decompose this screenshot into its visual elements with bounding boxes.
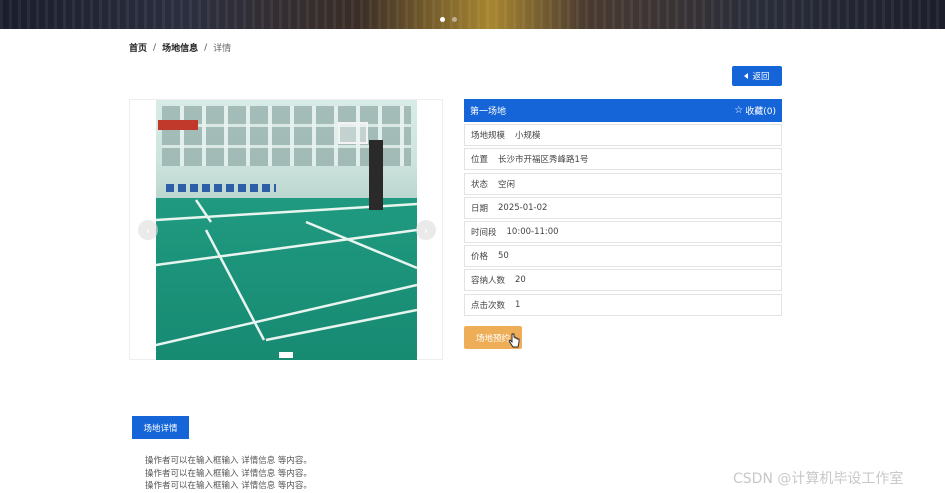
field-key: 点击次数 (471, 300, 506, 311)
field-value: 20 (515, 275, 526, 286)
venue-name: 第一场地 (470, 107, 507, 117)
image-carousel: ‹ › (129, 99, 443, 360)
hand-pointer-icon (508, 333, 520, 348)
breadcrumb-separator: / (204, 42, 208, 53)
field-value: 长沙市开福区秀峰路1号 (498, 155, 589, 166)
description-line: 操作者可以在输入框输入 详情信息 等内容。 (145, 468, 312, 479)
field-row-capacity: 容纳人数 20 (464, 269, 782, 292)
field-value: 空闲 (498, 179, 516, 190)
favorite-button[interactable]: ☆ 收藏(0) (734, 104, 776, 117)
field-key: 价格 (471, 252, 489, 263)
favorite-label: 收藏(0) (745, 107, 776, 117)
chevron-left-icon (744, 73, 749, 79)
field-row-scale: 场地规模 小规模 (464, 124, 782, 147)
banner-dot-1[interactable] (440, 17, 445, 22)
breadcrumb-separator: / (153, 42, 157, 53)
back-button[interactable]: 返回 (732, 66, 782, 86)
description-line: 操作者可以在输入框输入 详情信息 等内容。 (145, 481, 312, 491)
field-row-price: 价格 50 (464, 245, 782, 268)
watermark: CSDN @计算机毕设工作室 (733, 471, 904, 487)
field-key: 状态 (471, 179, 489, 190)
field-row-status: 状态 空闲 (464, 172, 782, 195)
field-key: 日期 (471, 203, 489, 214)
description-line: 操作者可以在输入框输入 详情信息 等内容。 (145, 456, 312, 466)
field-row-timeslot: 时间段 10:00-11:00 (464, 220, 782, 243)
field-key: 时间段 (471, 227, 497, 238)
court-lines (156, 199, 417, 347)
field-value: 1 (515, 299, 521, 310)
panel-header: 第一场地 ☆ 收藏(0) (464, 99, 782, 122)
back-button-label: 返回 (752, 72, 770, 82)
field-key: 位置 (471, 155, 489, 166)
field-value: 10:00-11:00 (506, 226, 559, 237)
breadcrumb-section[interactable]: 场地信息 (162, 41, 198, 54)
breadcrumb: 首页 / 场地信息 / 详情 (129, 41, 232, 55)
field-row-date: 日期 2025-01-02 (464, 196, 782, 219)
description: 操作者可以在输入框输入 详情信息 等内容。 操作者可以在输入框输入 详情信息 等… (145, 455, 312, 493)
field-key: 容纳人数 (471, 276, 506, 287)
hoop-post (369, 140, 383, 210)
carousel-indicator[interactable] (279, 352, 293, 358)
breadcrumb-current: 详情 (213, 44, 232, 54)
carousel-prev-button[interactable]: ‹ (138, 220, 158, 240)
field-key: 场地规模 (471, 131, 506, 142)
field-value: 50 (498, 251, 509, 262)
top-banner (0, 0, 945, 29)
field-row-location: 位置 长沙市开福区秀峰路1号 (464, 148, 782, 171)
tab-venue-details[interactable]: 场地详情 (132, 416, 189, 439)
star-outline-icon: ☆ (734, 105, 744, 116)
field-value: 小规模 (515, 131, 541, 142)
banner-dot-2[interactable] (452, 17, 457, 22)
field-row-clicks: 点击次数 1 (464, 293, 782, 316)
breadcrumb-home[interactable]: 首页 (129, 41, 147, 54)
backboard (338, 122, 368, 144)
field-value: 2025-01-02 (498, 202, 548, 213)
banner-image (0, 0, 945, 29)
venue-detail-panel: 第一场地 ☆ 收藏(0) 场地规模 小规模 位置 长沙市开福区秀峰路1号 状态 … (464, 99, 782, 316)
carousel-next-button[interactable]: › (416, 220, 436, 240)
venue-photo (156, 100, 417, 360)
banner-pagination (440, 17, 457, 22)
